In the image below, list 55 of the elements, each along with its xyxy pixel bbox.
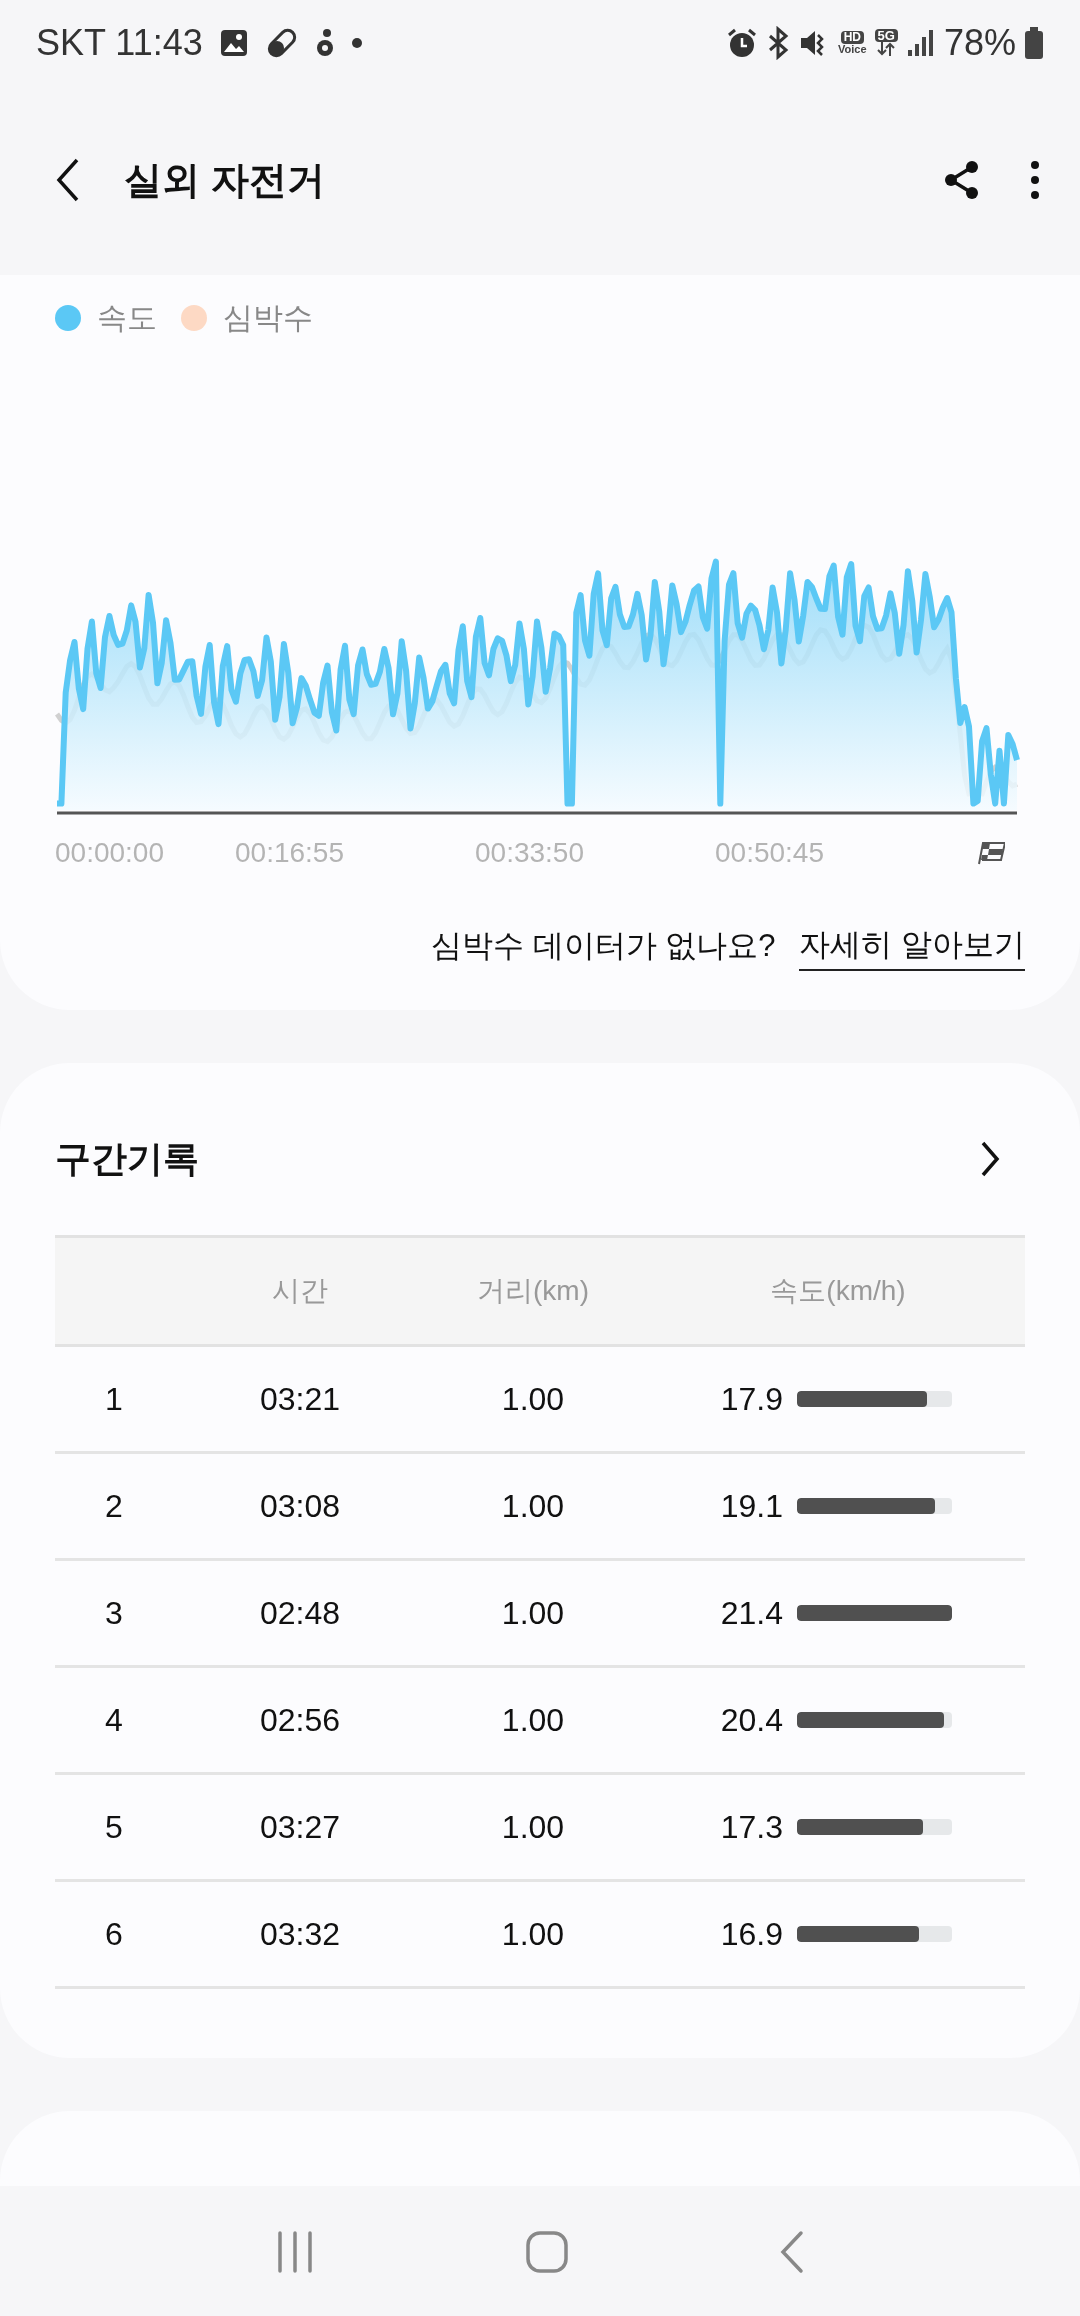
table-cell: 1.00	[501, 1916, 565, 1952]
table-cell: 02:56	[259, 1702, 341, 1738]
column-header: 시간	[272, 1275, 328, 1306]
table-cell: 03:32	[259, 1916, 341, 1952]
table-cell: 16.9	[720, 1916, 783, 1952]
battery-icon	[1024, 25, 1044, 60]
help-text: 심박수 데이터가 없나요?	[430, 927, 776, 965]
chevron-right-icon[interactable]	[980, 1141, 1000, 1177]
signal-icon	[905, 27, 936, 58]
axis-label: 00:50:45	[715, 836, 825, 870]
table-cell: 21.4	[720, 1595, 783, 1631]
back-icon[interactable]	[56, 158, 80, 202]
table-cell: 17.3	[720, 1809, 783, 1845]
image-icon	[218, 27, 249, 58]
axis-label: 00:16:55	[235, 836, 345, 870]
table-cell: 5	[105, 1809, 123, 1845]
recent-apps-icon[interactable]	[275, 2229, 315, 2274]
table-cell: 1.00	[501, 1595, 565, 1631]
dot-icon	[350, 36, 363, 49]
axis-label: 00:00:00	[55, 836, 165, 870]
table-cell: 03:21	[259, 1381, 341, 1417]
bluetooth-icon	[766, 25, 791, 60]
network-label: 5G	[874, 29, 898, 42]
table-cell: 1.00	[501, 1702, 565, 1738]
page-title: 실외 자전거	[124, 157, 325, 203]
table-cell: 19.1	[720, 1488, 783, 1524]
data-arrows-icon	[876, 42, 897, 56]
voice-label: Voice	[838, 43, 867, 55]
table-cell: 1.00	[501, 1809, 565, 1845]
table-cell: 1.00	[501, 1488, 565, 1524]
table-cell: 02:48	[259, 1595, 341, 1631]
battery-percent: 78%	[943, 20, 1016, 65]
table-cell: 4	[105, 1702, 123, 1738]
home-icon[interactable]	[525, 2229, 569, 2274]
table-cell: 1.00	[501, 1381, 565, 1417]
table-cell: 6	[105, 1916, 123, 1952]
table-cell: 03:08	[259, 1488, 341, 1524]
learn-more-link[interactable]: 자세히 알아보기	[799, 922, 1025, 971]
table-cell: 2	[105, 1488, 123, 1524]
column-header: 거리(km)	[477, 1275, 589, 1306]
section-title: 구간기록	[55, 1137, 199, 1181]
status-time: SKT 11:43	[36, 20, 203, 65]
table-cell: 1	[105, 1381, 123, 1417]
finish-flag-icon	[975, 840, 1005, 866]
legend-label: 속도	[97, 300, 157, 336]
table-cell: 03:27	[259, 1809, 341, 1845]
column-header: 속도(km/h)	[770, 1275, 906, 1306]
table-cell: 20.4	[720, 1702, 783, 1738]
alarm-icon	[726, 26, 759, 59]
legend-label: 심박수	[223, 300, 313, 336]
table-cell: 17.9	[720, 1381, 783, 1417]
more-icon[interactable]	[1030, 160, 1040, 200]
hd-label: HD	[840, 30, 864, 44]
table-cell: 3	[105, 1595, 123, 1631]
axis-label: 00:33:50	[475, 836, 585, 870]
